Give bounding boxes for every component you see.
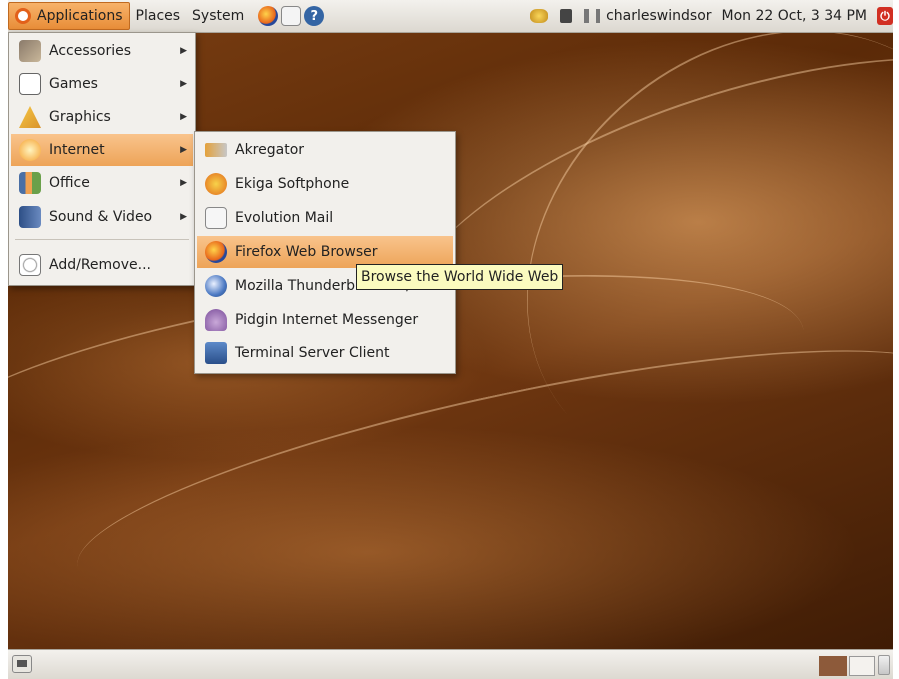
user-switcher[interactable]: charleswindsor	[606, 8, 711, 24]
menu-item-pidgin[interactable]: Pidgin Internet Messenger	[197, 304, 453, 336]
applications-menu-button[interactable]: Applications	[8, 2, 130, 30]
workspace-switcher-1[interactable]	[819, 656, 847, 676]
menu-item-terminal-server-client[interactable]: Terminal Server Client	[197, 337, 453, 369]
office-icon	[19, 172, 41, 194]
show-desktop-button[interactable]	[12, 655, 32, 673]
clock[interactable]: Mon 22 Oct, 3 34 PM	[722, 8, 867, 24]
mail-launcher-icon[interactable]	[281, 6, 302, 26]
menu-item-label: Sound & Video	[49, 209, 153, 225]
menu-item-evolution-mail[interactable]: Evolution Mail	[197, 202, 453, 234]
internet-icon	[19, 139, 41, 161]
menu-item-internet[interactable]: Internet ▶	[11, 134, 193, 166]
submenu-arrow-icon: ▶	[180, 178, 187, 188]
workspace-switcher-2[interactable]	[849, 656, 875, 676]
menu-item-add-remove[interactable]: Add/Remove...	[11, 249, 193, 281]
menu-item-office[interactable]: Office ▶	[11, 167, 193, 199]
menu-item-graphics[interactable]: Graphics ▶	[11, 101, 193, 133]
menu-item-label: Ekiga Softphone	[235, 176, 350, 192]
akregator-icon	[205, 143, 227, 157]
terminal-server-client-icon	[205, 342, 227, 364]
submenu-arrow-icon: ▶	[180, 79, 187, 89]
thunderbird-icon	[205, 275, 227, 297]
ekiga-icon	[205, 173, 227, 195]
ubuntu-logo-icon	[15, 8, 31, 24]
menu-item-ekiga[interactable]: Ekiga Softphone	[197, 168, 453, 200]
places-menu-button[interactable]: Places	[130, 2, 187, 30]
menu-item-accessories[interactable]: Accessories ▶	[11, 35, 193, 67]
menu-item-games[interactable]: Games ▶	[11, 68, 193, 100]
system-menu-button[interactable]: System	[186, 2, 250, 30]
menu-separator	[15, 239, 189, 240]
menu-item-label: Terminal Server Client	[235, 345, 390, 361]
tooltip: Browse the World Wide Web	[356, 264, 564, 290]
applications-menu: Accessories ▶ Games ▶ Graphics ▶ Interne…	[8, 32, 196, 286]
screen: Applications Places System ? charleswind…	[8, 0, 893, 679]
network-icon[interactable]	[560, 9, 573, 23]
help-launcher-icon[interactable]: ?	[304, 6, 325, 26]
sound-video-icon	[19, 206, 41, 228]
accessories-icon	[19, 40, 41, 62]
menu-item-label: Firefox Web Browser	[235, 244, 378, 260]
top-panel: Applications Places System ? charleswind…	[8, 0, 893, 33]
games-icon	[19, 73, 41, 95]
trash-icon[interactable]	[878, 655, 890, 675]
system-tray: charleswindsor Mon 22 Oct, 3 34 PM ⏻	[524, 0, 893, 32]
bottom-panel	[8, 649, 893, 679]
menu-item-label: Evolution Mail	[235, 210, 334, 226]
update-notifier-icon[interactable]	[530, 9, 549, 23]
menu-item-label: Internet	[49, 142, 105, 158]
menu-item-label: Add/Remove...	[49, 257, 151, 273]
firefox-launcher-icon[interactable]	[258, 6, 279, 26]
submenu-arrow-icon: ▶	[180, 145, 187, 155]
evolution-mail-icon	[205, 207, 227, 229]
submenu-arrow-icon: ▶	[180, 112, 187, 122]
internet-submenu: Akregator Ekiga Softphone Evolution Mail…	[194, 131, 456, 374]
menu-item-label: Games	[49, 76, 98, 92]
volume-icon[interactable]	[584, 9, 601, 23]
menu-item-label: Pidgin Internet Messenger	[235, 312, 419, 328]
menu-item-akregator[interactable]: Akregator	[197, 134, 453, 166]
applications-label: Applications	[37, 8, 123, 24]
add-remove-icon	[19, 254, 41, 276]
submenu-arrow-icon: ▶	[180, 212, 187, 222]
menu-item-label: Office	[49, 175, 90, 191]
menu-item-sound-video[interactable]: Sound & Video ▶	[11, 201, 193, 233]
menu-item-label: Akregator	[235, 142, 305, 158]
pidgin-icon	[205, 309, 227, 331]
menu-item-label: Graphics	[49, 109, 111, 125]
menu-item-label: Accessories	[49, 43, 132, 59]
firefox-icon	[205, 241, 227, 263]
power-icon[interactable]: ⏻	[877, 7, 893, 25]
graphics-icon	[19, 106, 41, 128]
submenu-arrow-icon: ▶	[180, 46, 187, 56]
